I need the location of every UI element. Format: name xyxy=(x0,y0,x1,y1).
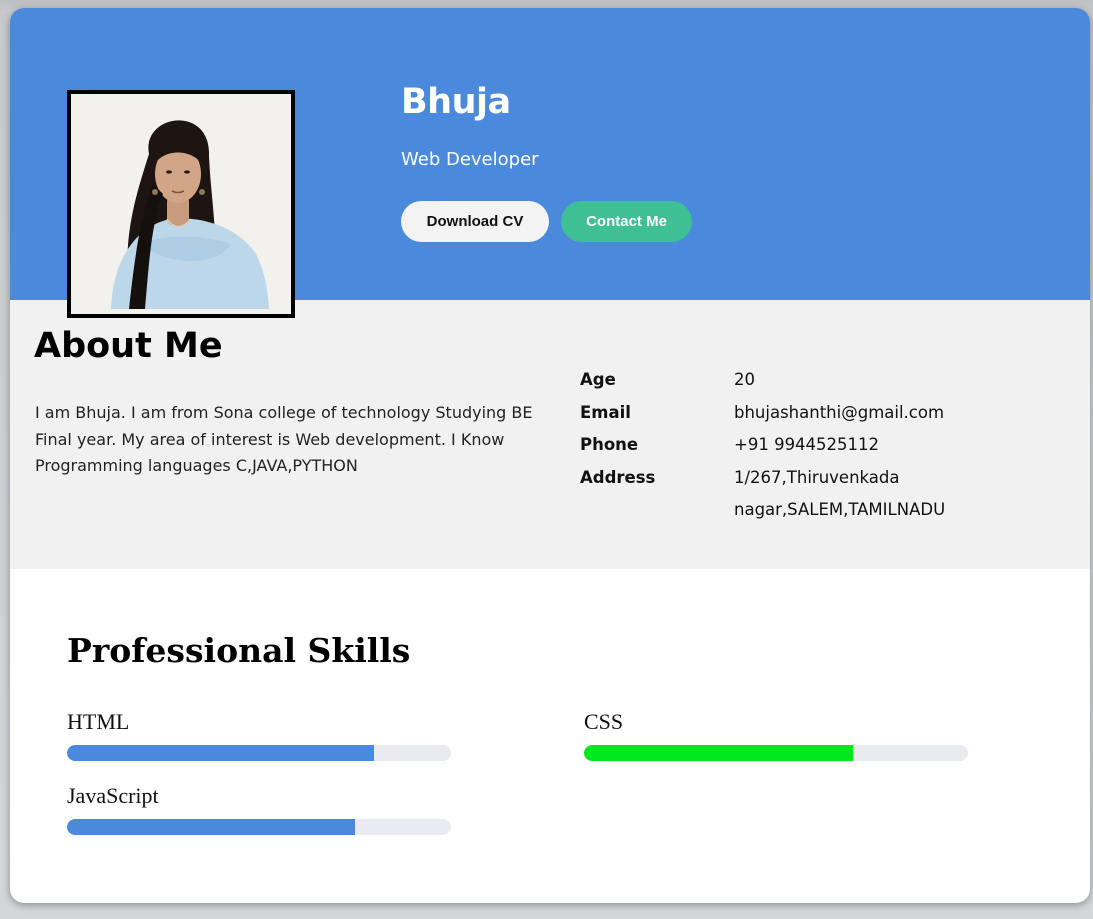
download-cv-button[interactable]: Download CV xyxy=(401,201,549,242)
info-row-address: Address 1/267,Thiruvenkada nagar,SALEM,T… xyxy=(580,462,994,527)
skill-label: CSS xyxy=(584,709,624,734)
skill-javascript: JavaScript xyxy=(67,782,451,835)
info-row-age: Age 20 xyxy=(580,364,994,397)
skill-progress-fill xyxy=(67,745,375,761)
skills-title: Professional Skills xyxy=(67,631,411,670)
profile-photo-image xyxy=(71,94,291,314)
skill-progress-fill xyxy=(584,745,853,761)
skill-html: HTML xyxy=(67,708,451,761)
profile-name: Bhuja xyxy=(401,82,511,122)
skill-label: JavaScript xyxy=(67,783,159,808)
info-row-phone: Phone +91 9944525112 xyxy=(580,429,994,462)
info-label: Email xyxy=(580,402,631,422)
personal-info: Age 20 Email bhujashanthi@gmail.com Phon… xyxy=(580,364,994,527)
info-label: Age xyxy=(580,370,616,389)
info-row-email: Email bhujashanthi@gmail.com xyxy=(580,397,994,430)
skill-progress-track xyxy=(67,745,451,761)
about-title: About Me xyxy=(34,326,223,366)
skill-progress-track xyxy=(67,819,451,835)
info-label: Address xyxy=(580,467,656,487)
about-section: About Me I am Bhuja. I am from Sona coll… xyxy=(10,300,1090,569)
skill-css: CSS xyxy=(584,708,968,761)
info-value: bhujashanthi@gmail.com xyxy=(734,402,945,422)
info-value: 1/267,Thiruvenkada nagar,SALEM,TAMILNADU xyxy=(734,467,946,520)
profile-role: Web Developer xyxy=(401,149,539,170)
profile-photo xyxy=(67,90,295,318)
resume-card: Bhuja Web Developer Download CV Contact … xyxy=(10,8,1090,903)
skill-progress-fill xyxy=(67,819,355,835)
info-value: 20 xyxy=(734,370,755,389)
info-label: Phone xyxy=(580,435,639,454)
info-value: +91 9944525112 xyxy=(734,435,880,454)
about-description: I am Bhuja. I am from Sona college of te… xyxy=(35,403,533,475)
skill-label: HTML xyxy=(67,709,130,734)
contact-me-button[interactable]: Contact Me xyxy=(561,201,692,242)
skill-progress-track xyxy=(584,745,968,761)
